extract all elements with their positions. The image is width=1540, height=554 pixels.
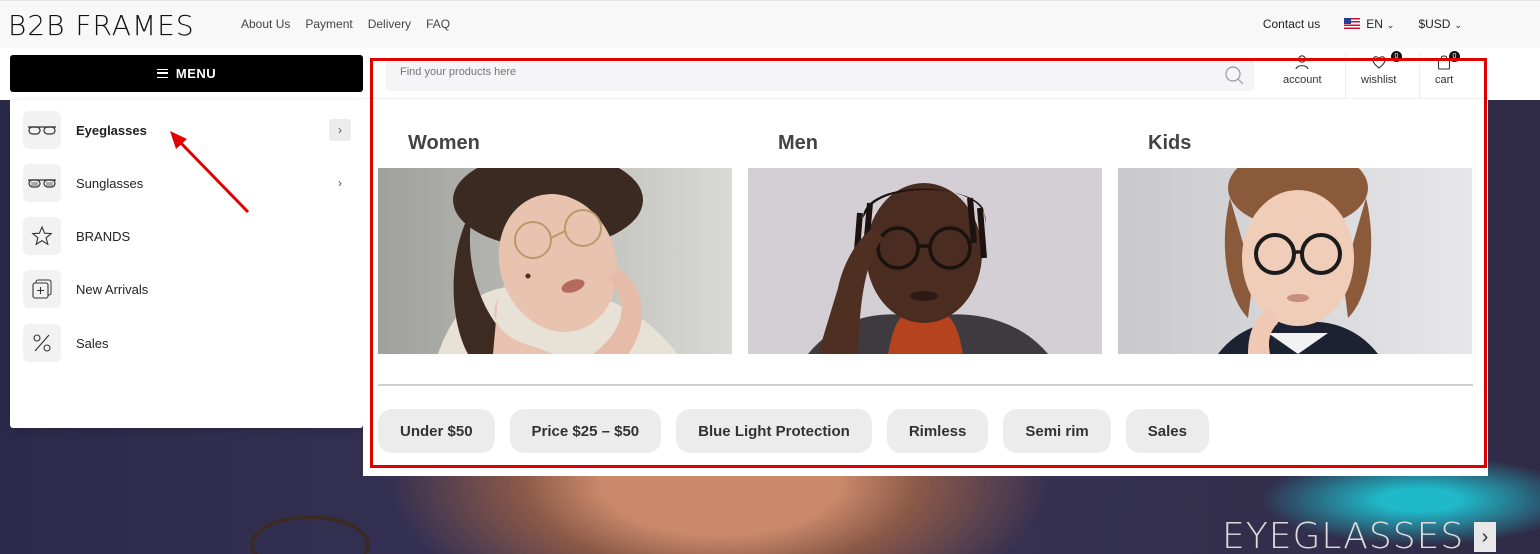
menu-item-label: BRANDS — [76, 228, 131, 244]
nav-payment[interactable]: Payment — [305, 17, 352, 31]
menu-item-label: Sales — [76, 335, 109, 351]
filter-blue-light-protection[interactable]: Blue Light Protection — [676, 409, 872, 453]
chevron-right-icon[interactable]: › — [329, 119, 351, 141]
menu-button[interactable]: MENU — [10, 55, 363, 92]
filter-sales[interactable]: Sales — [1125, 409, 1209, 453]
account-label: account — [1283, 74, 1322, 86]
language-label: EN — [1366, 17, 1383, 31]
category-title[interactable]: Men — [778, 132, 818, 155]
top-right-nav: Contact us EN ⌄ $USD ⌄ — [1263, 17, 1462, 31]
menu-item-brands[interactable]: BRANDS — [10, 211, 363, 261]
menu-item-label: New Arrivals — [76, 281, 149, 297]
contact-us-link[interactable]: Contact us — [1263, 17, 1320, 31]
header-divider — [363, 98, 1488, 99]
language-selector[interactable]: EN ⌄ — [1344, 17, 1394, 31]
currency-selector[interactable]: $USD ⌄ — [1418, 17, 1462, 31]
cart-label: cart — [1435, 74, 1454, 86]
nav-faq[interactable]: FAQ — [426, 17, 450, 31]
section-divider — [378, 384, 1473, 386]
separator — [1419, 52, 1420, 100]
menu-item-label: Eyeglasses — [76, 122, 147, 138]
cart-link[interactable]: 0 cart — [1435, 51, 1460, 86]
wishlist-count-badge: 0 — [1391, 51, 1402, 62]
category-image-men[interactable] — [748, 168, 1102, 354]
sunglasses-icon — [23, 164, 61, 202]
category-menu: Eyeglasses › Sunglasses › BRANDS New Arr… — [10, 100, 363, 428]
filter-rimless[interactable]: Rimless — [886, 409, 989, 453]
percent-icon — [23, 324, 61, 362]
cart-count-badge: 0 — [1449, 51, 1460, 62]
mega-menu-panel: account 0 wishlist 0 cart Women — [363, 48, 1488, 476]
search-bar[interactable] — [386, 59, 1254, 91]
category-title[interactable]: Kids — [1148, 132, 1191, 155]
category-image-kids[interactable] — [1118, 168, 1472, 354]
category-image-women[interactable] — [378, 168, 732, 354]
heart-icon — [1372, 56, 1386, 69]
filter-price-25-50[interactable]: Price $25 – $50 — [509, 409, 662, 453]
top-nav: About Us Payment Delivery FAQ — [241, 17, 450, 31]
hero-title: EYEGLASSES — [1222, 516, 1465, 554]
star-icon — [23, 217, 61, 255]
filter-semi-rim[interactable]: Semi rim — [1003, 409, 1111, 453]
us-flag-icon — [1344, 18, 1361, 29]
account-link[interactable]: account — [1283, 54, 1322, 86]
chevron-down-icon: ⌄ — [1454, 20, 1462, 30]
hero-glasses-shape — [250, 515, 370, 554]
filter-under-50[interactable]: Under $50 — [378, 409, 495, 453]
new-arrivals-icon — [23, 270, 61, 308]
chevron-down-icon: ⌄ — [1386, 20, 1395, 30]
currency-label: $USD — [1418, 17, 1451, 31]
category-title[interactable]: Women — [408, 132, 480, 155]
wishlist-link[interactable]: 0 wishlist — [1361, 51, 1402, 86]
nav-delivery[interactable]: Delivery — [368, 17, 411, 31]
menu-item-sunglasses[interactable]: Sunglasses › — [10, 158, 363, 208]
nav-about-us[interactable]: About Us — [241, 17, 290, 31]
top-bar: B2B FRAMES About Us Payment Delivery FAQ… — [0, 0, 1540, 48]
eyeglasses-icon — [23, 111, 61, 149]
filter-chips: Under $50 Price $25 – $50 Blue Light Pro… — [378, 409, 1209, 453]
menu-item-new-arrivals[interactable]: New Arrivals — [10, 264, 363, 314]
site-logo[interactable]: B2B FRAMES — [8, 9, 195, 42]
hero-next-arrow-icon[interactable]: › — [1474, 522, 1496, 552]
search-input[interactable] — [400, 66, 1200, 78]
menu-item-label: Sunglasses — [76, 175, 144, 191]
menu-button-label: MENU — [175, 66, 217, 81]
chevron-right-icon[interactable]: › — [329, 172, 351, 194]
wishlist-label: wishlist — [1361, 74, 1397, 86]
account-icon — [1295, 55, 1309, 70]
hamburger-icon — [156, 69, 168, 78]
search-icon[interactable] — [1224, 65, 1244, 85]
separator — [1345, 52, 1346, 100]
menu-item-sales[interactable]: Sales — [10, 318, 363, 368]
menu-item-eyeglasses[interactable]: Eyeglasses › — [10, 105, 363, 155]
